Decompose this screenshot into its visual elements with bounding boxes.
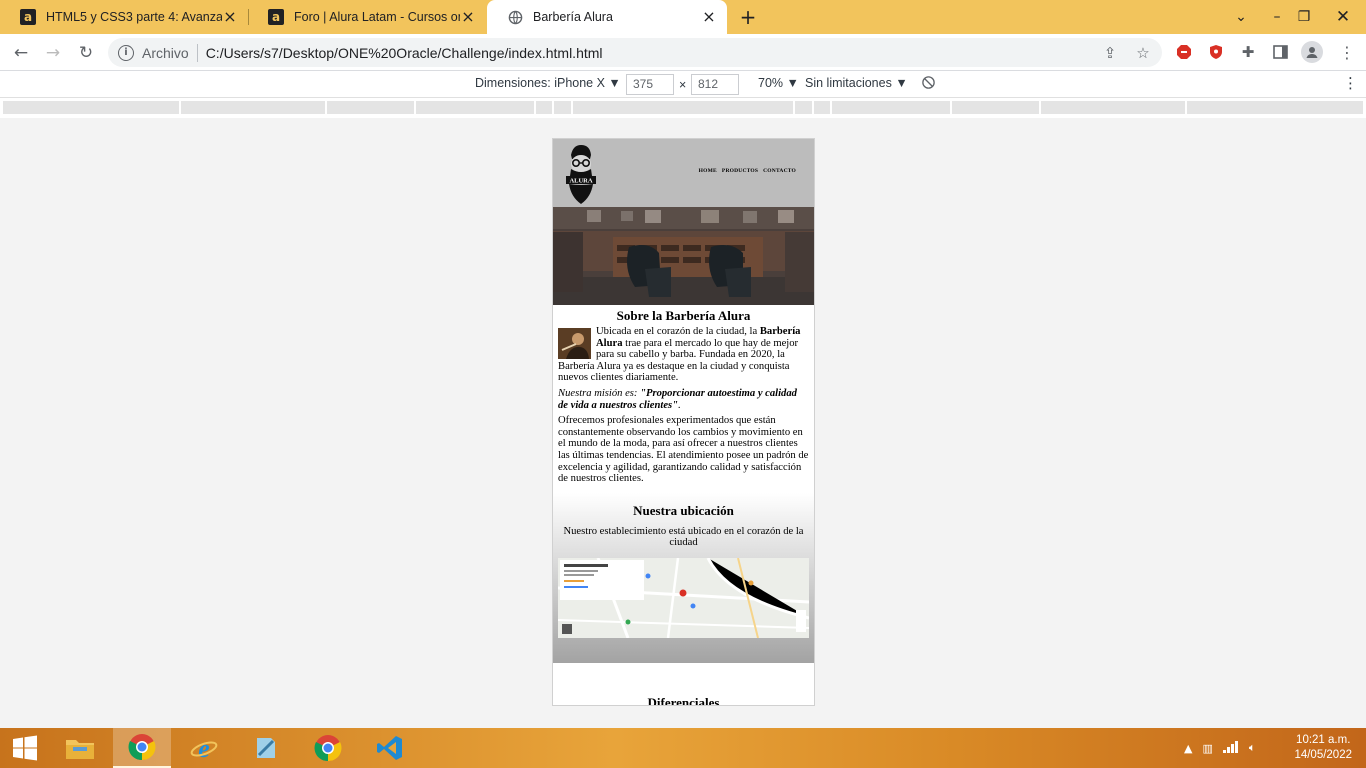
height-input[interactable]: 812 [691,74,739,95]
vscode-icon[interactable] [361,728,419,768]
throttle-select[interactable]: Sin limitaciones ▼ [805,76,908,90]
site-header: ALURA HOME PRODUCTOS CONTACTO [553,139,814,207]
browser-toolbar: ← → ↻ i Archivo C:/Users/s7/Desktop/ONE%… [0,34,1366,71]
info-icon[interactable]: i [118,44,134,61]
location-title: Nuestra ubicación [633,502,734,518]
star-icon[interactable]: ☆ [1133,43,1153,63]
location-text: Nuestro establecimiento está ubicado en … [563,525,804,549]
file-explorer-icon[interactable] [51,728,109,768]
restore-button[interactable]: ❐ [1289,0,1319,34]
embedded-map[interactable] [558,557,809,638]
share-icon[interactable]: ⇪ [1100,43,1120,63]
differentials-title: Diferenciales [647,695,720,706]
clock[interactable]: 10:21 a.m. 14/05/2022 [1294,733,1352,763]
back-button[interactable]: ← [8,40,34,66]
globe-icon [507,9,523,25]
minimize-button[interactable]: – [1262,0,1292,34]
svg-text:ALURA: ALURA [569,178,592,185]
system-tray: ▲ ▥ 🔈︎ [1184,728,1255,768]
nav-home-link[interactable]: HOME [699,168,717,174]
menu-icon[interactable]: ⋮ [1338,43,1356,62]
profile-icon[interactable] [1301,41,1323,63]
scheme-label: Archivo [142,44,189,61]
mission-paragraph: Nuestra misión es: "Proporcionar autoest… [558,387,797,411]
tab-html5-css3[interactable]: a HTML5 y CSS3 parte 4: Avanzando × [0,0,248,34]
alura-icon: a [20,9,36,25]
chrome-taskbar-icon-2[interactable] [299,728,357,768]
svg-text:e: e [198,734,210,762]
reload-button[interactable]: ↻ [73,40,99,66]
start-button[interactable] [0,728,50,768]
close-icon[interactable]: × [460,9,476,25]
network-device-icon[interactable]: ▥ [1202,742,1212,755]
new-tab-button[interactable]: + [737,6,759,28]
tab-foro-alura[interactable]: a Foro | Alura Latam - Cursos online × [248,0,486,34]
volume-icon[interactable]: 🔈︎ [1249,741,1256,755]
location-section: Nuestra ubicación Nuestro establecimient… [553,492,814,663]
url-text[interactable]: C:/Users/s7/Desktop/ONE%20Oracle/Challen… [206,45,603,61]
window-close-button[interactable]: ✕ [1324,0,1362,34]
emulated-page[interactable]: ALURA HOME PRODUCTOS CONTACTO Sobre la B… [552,138,815,706]
about-title: Sobre la Barbería Alura [616,308,751,323]
rotate-icon[interactable] [921,75,936,93]
width-input[interactable]: 375 [626,74,674,95]
banner-image [553,207,814,305]
shield-icon[interactable] [1207,43,1225,61]
address-bar[interactable]: i Archivo C:/Users/s7/Desktop/ONE%20Orac… [108,38,1162,67]
site-nav: HOME PRODUCTOS CONTACTO [699,168,796,174]
about-paragraph: Ubicada en el corazón de la ciudad, la B… [558,326,801,384]
tab-title: HTML5 y CSS3 parte 4: Avanzando [46,10,222,24]
internet-explorer-icon[interactable]: e [175,728,233,768]
alura-icon: a [268,9,284,25]
divider [196,43,198,62]
services-paragraph: Ofrecemos profesionales experimentados q… [558,415,809,485]
barberia-logo[interactable]: ALURA [563,143,599,205]
clock-date: 14/05/2022 [1294,749,1352,761]
times-label: × [679,78,687,92]
device-options-icon[interactable]: ⋮ [1343,74,1358,92]
forward-button[interactable]: → [40,40,66,66]
device-select[interactable]: Dimensiones: iPhone X ▼ [475,76,621,90]
close-icon[interactable]: × [701,9,717,25]
windows-taskbar: e ▲ ▥ 🔈︎ 10:21 a.m. 14/05/2022 [0,728,1366,768]
tab-title: Foro | Alura Latam - Cursos online [294,10,460,24]
chrome-taskbar-icon[interactable] [113,728,171,768]
zoom-select[interactable]: 70% ▼ [758,76,799,90]
tab-title: Barbería Alura [533,10,613,24]
notepad-icon[interactable] [237,728,295,768]
chevron-up-icon[interactable]: ▲ [1184,742,1192,755]
nav-contacto-link[interactable]: CONTACTO [763,168,796,174]
windows-icon [13,735,37,761]
tab-strip: a HTML5 y CSS3 parte 4: Avanzando × a Fo… [0,0,1366,34]
nav-productos-link[interactable]: PRODUCTOS [722,168,758,174]
tab-barberia-alura[interactable]: Barbería Alura × [487,0,727,34]
extensions-icon[interactable]: ✚ [1239,43,1257,61]
device-toolbar: Dimensiones: iPhone X ▼ 375 × 812 70% ▼ … [0,71,1366,98]
device-viewport: ALURA HOME PRODUCTOS CONTACTO Sobre la B… [0,118,1366,728]
clock-time: 10:21 a.m. [1296,734,1351,746]
side-panel-icon[interactable] [1271,43,1289,61]
about-image [558,328,591,359]
adblock-icon[interactable] [1175,43,1193,61]
signal-icon[interactable] [1222,740,1239,756]
media-query-bar[interactable] [0,98,1366,118]
tab-search-icon[interactable]: ⌄ [1226,0,1256,34]
about-section: Ubicada en el corazón de la ciudad, la B… [553,326,814,485]
close-icon[interactable]: × [222,9,238,25]
